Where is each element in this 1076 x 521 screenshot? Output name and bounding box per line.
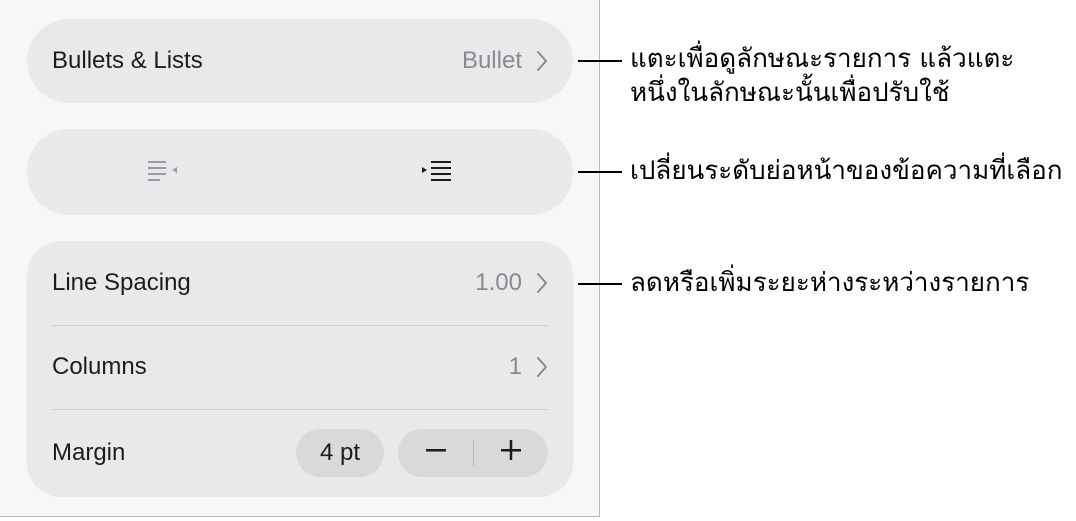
plus-icon — [500, 439, 522, 468]
columns-row[interactable]: Columns 1 — [52, 325, 548, 409]
margin-label: Margin — [52, 439, 126, 466]
stepper-divider — [473, 440, 474, 466]
bullets-callout: แตะเพื่อดูลักษณะรายการ แล้วแตะ หนึ่งในลั… — [630, 42, 1014, 110]
bullets-lists-value: Bullet — [461, 47, 522, 74]
outdent-icon — [146, 158, 182, 187]
columns-value: 1 — [508, 353, 522, 380]
line-spacing-row[interactable]: Line Spacing 1.00 — [52, 241, 548, 325]
bullets-callout-line1: แตะเพื่อดูลักษณะรายการ แล้วแตะ — [630, 44, 1015, 74]
bullets-lists-row[interactable]: Bullets & Lists Bullet — [52, 19, 548, 103]
line-spacing-value: 1.00 — [475, 269, 522, 296]
minus-icon — [425, 439, 447, 468]
callout-leader-line — [578, 60, 622, 62]
bullets-callout-line2: หนึ่งในลักษณะนั้นเพื่อปรับใช้ — [630, 78, 950, 108]
bullets-lists-group: Bullets & Lists Bullet — [27, 19, 573, 103]
callout-leader-line — [578, 283, 622, 285]
margin-controls: 4 pt — [296, 429, 548, 477]
columns-value-wrap: 1 — [509, 353, 548, 381]
indent-callout: เปลี่ยนระดับย่อหน้าของข้อความที่เลือก — [630, 156, 1063, 186]
columns-label: Columns — [52, 353, 147, 380]
decrease-margin-button[interactable] — [398, 429, 473, 477]
margin-value-field[interactable]: 4 pt — [296, 429, 384, 477]
chevron-right-icon — [536, 50, 548, 72]
line-spacing-value-wrap: 1.00 — [475, 269, 548, 297]
chevron-right-icon — [536, 356, 548, 378]
format-panel: Bullets & Lists Bullet Line Spacing 1.00… — [0, 0, 600, 517]
line-spacing-label: Line Spacing — [52, 269, 191, 296]
spacing-callout: ลดหรือเพิ่มระยะห่างระหว่างรายการ — [630, 268, 1030, 298]
increase-margin-button[interactable] — [473, 429, 548, 477]
spacing-group: Line Spacing 1.00 Columns 1 Margin 4 pt — [27, 241, 573, 497]
callout-leader-line — [578, 171, 622, 173]
bullets-lists-value-wrap: Bullet — [462, 47, 548, 75]
margin-stepper — [398, 429, 548, 477]
indent-group — [27, 129, 573, 215]
decrease-indent-button[interactable] — [27, 129, 300, 215]
bullets-lists-label: Bullets & Lists — [52, 47, 203, 74]
chevron-right-icon — [536, 272, 548, 294]
margin-row: Margin 4 pt — [52, 409, 548, 497]
increase-indent-button[interactable] — [300, 129, 573, 215]
indent-icon — [419, 158, 455, 187]
